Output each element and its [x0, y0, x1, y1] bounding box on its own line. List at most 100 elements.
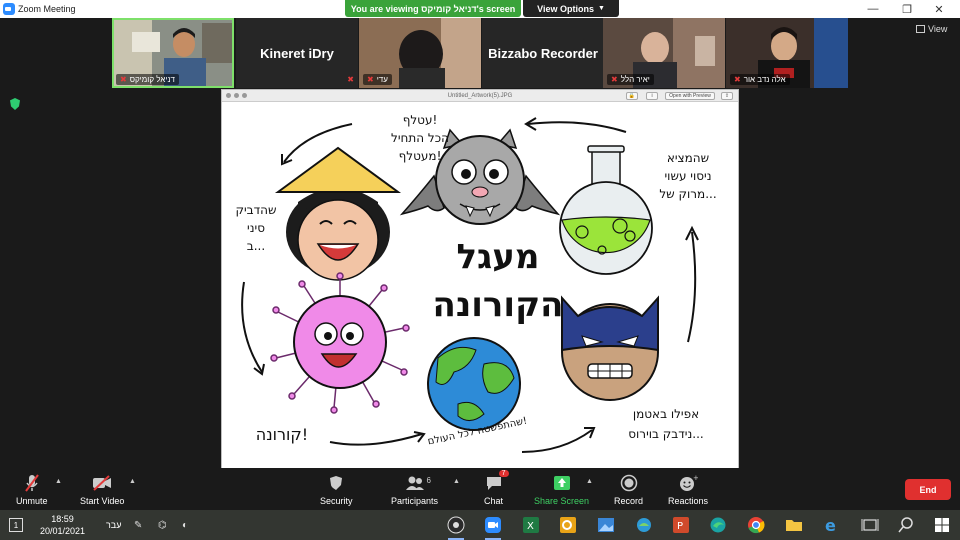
muted-mic-icon: ✖ — [734, 75, 741, 84]
participants-icon — [405, 476, 424, 490]
record-button[interactable]: Record — [614, 472, 643, 506]
note-top-right-line1: שהמציא — [667, 151, 709, 165]
minimize-button[interactable]: — — [856, 0, 890, 18]
encryption-shield-icon — [10, 98, 20, 110]
shield-icon — [330, 476, 343, 490]
zoom-app-icon[interactable] — [481, 513, 505, 540]
note-bottom-right-line1: אפילו באטמן — [633, 407, 699, 421]
note-left-line2: סיני — [247, 221, 265, 235]
close-button[interactable]: ✕ — [922, 0, 956, 18]
zoom-app-icon — [3, 3, 15, 15]
unmute-label: Unmute — [16, 496, 48, 506]
svg-text:X: X — [527, 521, 534, 532]
edge-app-icon[interactable] — [706, 513, 730, 537]
clock-time: 18:59 — [51, 514, 74, 524]
search-icon[interactable] — [894, 513, 918, 537]
photos-app-icon[interactable] — [594, 513, 618, 537]
task-view-icon[interactable] — [858, 513, 882, 537]
obs-app-icon[interactable] — [444, 513, 468, 540]
chat-button[interactable]: 7 Chat — [484, 470, 509, 506]
security-button[interactable]: Security — [320, 472, 353, 506]
outlook-app-icon[interactable] — [556, 513, 580, 537]
share-screen-button[interactable]: Share Screen — [534, 472, 589, 506]
participant-tile[interactable]: ✖ אלה נדב אור — [726, 18, 848, 88]
participant-name-tag: ✖ עדי — [363, 74, 392, 85]
share-screen-label: Share Screen — [534, 496, 590, 506]
info-icon[interactable]: i — [646, 92, 658, 100]
batman-drawing — [561, 295, 659, 401]
video-options-caret-icon[interactable]: ▲ — [129, 478, 136, 485]
share-options-caret-icon[interactable]: ▲ — [586, 478, 593, 485]
note-top-right-line3: מרוק של... — [659, 187, 716, 201]
excel-app-icon[interactable]: X — [519, 513, 543, 537]
chat-bubble-icon — [486, 477, 501, 490]
participant-name-tag: ✖ דניאל קומיקס — [116, 74, 179, 85]
participant-tile[interactable]: ✖ יאיר הלל — [603, 18, 725, 88]
system-clock[interactable]: 18:59 20/01/2021 — [40, 513, 85, 537]
notification-center-icon[interactable]: 1 — [9, 518, 23, 532]
participant-name: Kineret iDry — [260, 45, 334, 61]
participants-button[interactable]: 6 Participants — [391, 472, 438, 506]
open-with-preview-button[interactable]: Open with Preview — [665, 92, 715, 100]
maps-app-icon[interactable] — [632, 513, 656, 537]
meeting-toolbar: Unmute ▲ Start Video ▲ Security 6 Partic… — [0, 468, 960, 510]
end-meeting-button[interactable]: End — [905, 479, 951, 500]
reactions-label: Reactions — [668, 496, 709, 506]
shared-screen: Untitled_Artwork(5).JPG 🔒 i Open with Pr… — [221, 89, 739, 469]
smiley-plus-icon: + — [680, 474, 698, 491]
audio-options-caret-icon[interactable]: ▲ — [55, 478, 62, 485]
view-options-button[interactable]: View Options ▼ — [523, 0, 619, 17]
note-top-right-line2: ניסוי עשוי — [664, 169, 711, 183]
chrome-app-icon[interactable] — [744, 513, 768, 537]
note-left-line3: ב... — [247, 239, 265, 253]
windows-taskbar: 1 18:59 20/01/2021 עבר ✎ ⌬ ◐ X P e — [0, 510, 960, 540]
powerpoint-app-icon[interactable]: P — [669, 513, 693, 537]
network-icon[interactable]: ⌬ — [158, 520, 167, 531]
participant-name: Bizzabo Recorder — [488, 45, 598, 61]
chat-unread-badge: 7 — [498, 470, 509, 477]
start-video-label: Start Video — [80, 496, 125, 506]
muted-mic-icon: ✖ — [347, 75, 354, 84]
participants-label: Participants — [391, 496, 439, 506]
view-button[interactable]: View — [916, 24, 947, 34]
participant-name: דניאל קומיקס — [129, 75, 175, 84]
muted-mic-icon: ✖ — [367, 75, 374, 84]
svg-text:e: e — [825, 516, 836, 534]
pen-icon[interactable]: ✎ — [134, 520, 142, 531]
muted-mic-icon: ✖ — [120, 75, 127, 84]
participant-name: אלה נדב אור — [743, 75, 786, 84]
artwork-canvas: מעגל הקורונה עטלף! הכל התחיל מעטלף! שהמצ… — [222, 102, 738, 468]
earth-drawing — [427, 337, 521, 431]
note-top-line2: הכל התחיל — [391, 131, 449, 145]
participants-caret-icon[interactable]: ▲ — [453, 478, 460, 485]
file-explorer-icon[interactable] — [782, 513, 806, 537]
view-label: View — [928, 24, 948, 34]
participant-tile[interactable]: Bizzabo Recorder — [482, 18, 604, 88]
file-title: Untitled_Artwork(5).JPG — [447, 92, 513, 99]
unmute-button[interactable]: Unmute — [16, 472, 48, 506]
participant-tile[interactable]: Kineret iDry ✖ — [236, 18, 358, 88]
start-video-button[interactable]: Start Video — [80, 472, 124, 506]
share-icon[interactable]: ⇪ — [721, 92, 733, 100]
participant-tile[interactable]: ✖ עדי — [359, 18, 481, 88]
lock-icon[interactable]: 🔒 — [626, 92, 638, 100]
muted-mic-icon: ✖ — [611, 75, 618, 84]
clock-date: 20/01/2021 — [40, 526, 86, 536]
input-language-indicator[interactable]: עבר — [106, 520, 121, 530]
viewing-screen-banner: You are viewing דניאל קומיקס's screen — [345, 0, 521, 17]
preview-title-bar: Untitled_Artwork(5).JPG 🔒 i Open with Pr… — [222, 90, 738, 102]
participant-name-tag: ✖ אלה נדב אור — [730, 74, 790, 85]
svg-text:+: + — [693, 474, 698, 482]
note-bottom-left: קורונה! — [256, 425, 308, 444]
internet-explorer-icon[interactable]: e — [819, 513, 843, 537]
restore-button[interactable]: ❐ — [890, 0, 924, 18]
security-label: Security — [320, 496, 353, 506]
view-options-label: View Options — [537, 3, 594, 14]
participant-tile[interactable]: ✖ דניאל קומיקס — [112, 18, 234, 88]
reactions-button[interactable]: + Reactions — [668, 472, 708, 506]
video-off-icon — [93, 475, 112, 491]
volume-icon[interactable]: ◐ — [182, 520, 188, 531]
artwork-title-line2: הקורונה — [433, 285, 564, 325]
artwork-title-line1: מעגל — [456, 237, 539, 277]
windows-start-icon[interactable] — [930, 513, 954, 537]
